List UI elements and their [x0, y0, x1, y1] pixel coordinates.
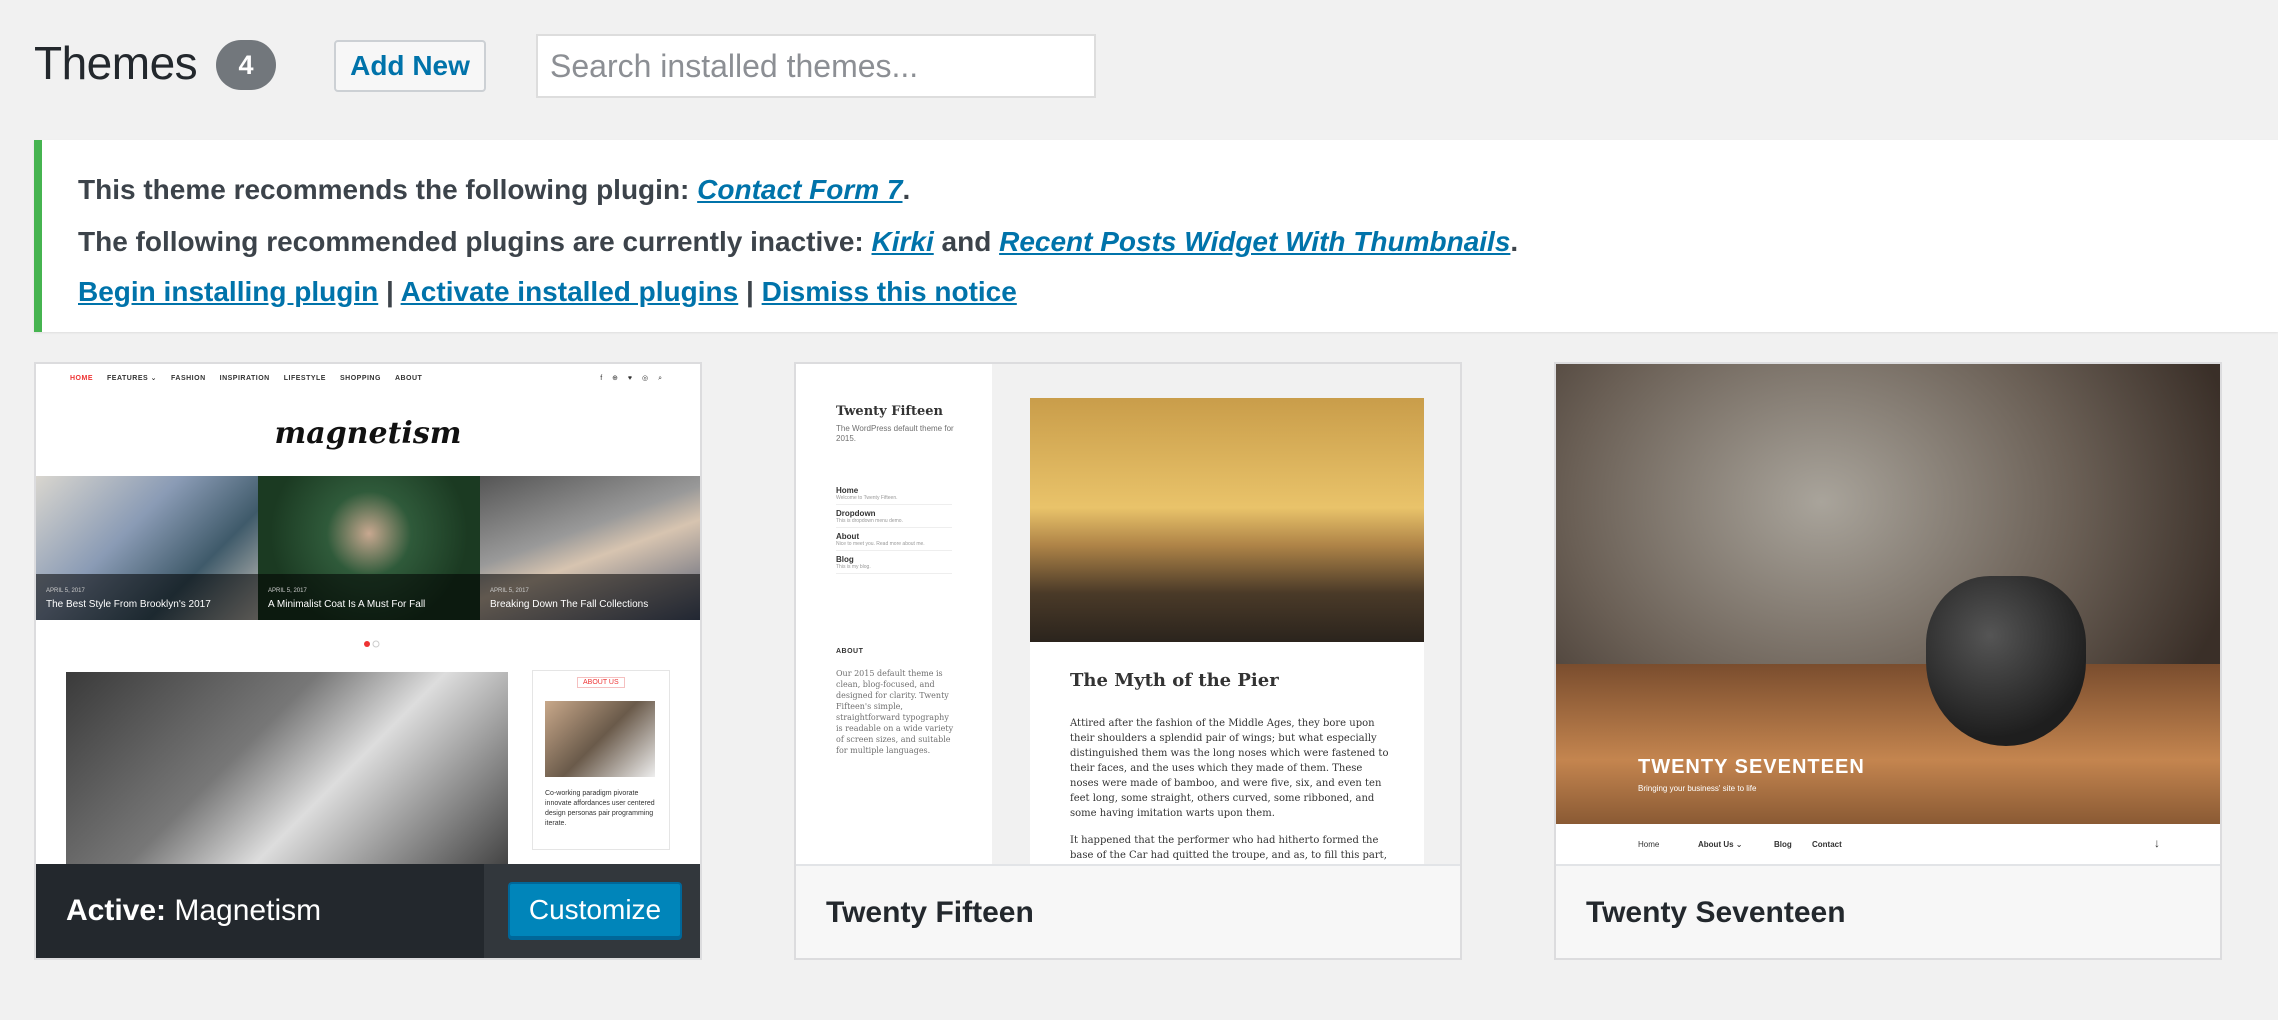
begin-installing-link[interactable]: Begin installing plugin [78, 276, 378, 307]
slider-dots [364, 640, 380, 648]
theme-name: Twenty Seventeen [1586, 896, 1846, 929]
preview-featured-image [66, 672, 508, 864]
theme-name-bar: Twenty Seventeen [1556, 864, 2220, 958]
preview-pier-image [1030, 398, 1424, 642]
preview-article: The Myth of the Pier Attired after the f… [1030, 398, 1424, 864]
preview-plant-pot [1926, 576, 2086, 746]
preview-slider: APRIL 5, 2017 The Best Style From Brookl… [36, 476, 700, 620]
theme-name-bar: Active: Magnetism Customize [36, 864, 700, 958]
customize-button[interactable]: Customize [508, 882, 682, 938]
preview-nav: Home About Us ⌄ Blog Contact ↓ [1556, 824, 2220, 864]
scroll-down-icon: ↓ [2154, 836, 2160, 850]
theme-card-twenty-seventeen[interactable]: TWENTY SEVENTEEN Bringing your business'… [1554, 362, 2222, 960]
contact-form-7-link[interactable]: Contact Form 7 [697, 174, 902, 205]
kirki-link[interactable]: Kirki [872, 226, 934, 257]
slide: APRIL 5, 2017 A Minimalist Coat Is A Mus… [258, 476, 480, 620]
theme-name: Active: Magnetism [66, 894, 322, 927]
dismiss-notice-link[interactable]: Dismiss this notice [762, 276, 1017, 307]
theme-screenshot-magnetism[interactable]: HOME FEATURES ⌄ FASHION INSPIRATION LIFESTYL… [36, 364, 700, 864]
notice-actions: Begin installing plugin | Activate insta… [78, 276, 1017, 307]
plugin-notice: This theme recommends the following plug… [34, 140, 2278, 332]
theme-card-magnetism[interactable]: HOME FEATURES ⌄ FASHION INSPIRATION LIFESTYL… [34, 362, 702, 960]
notice-line-inactive: The following recommended plugins are cu… [78, 226, 1519, 257]
add-new-button[interactable]: Add New [334, 40, 486, 92]
theme-card-twenty-fifteen[interactable]: Twenty Fifteen The WordPress default the… [794, 362, 1462, 960]
preview-nav: HOME FEATURES ⌄ FASHION INSPIRATION LIFESTYL… [70, 375, 666, 382]
preview-logo: magnetism [274, 416, 462, 451]
theme-count-badge: 4 [216, 40, 276, 90]
page-title: Themes [34, 37, 198, 89]
social-icons: f ⊕ ♥ ◎ ⌕ [600, 375, 666, 382]
theme-screenshot-twenty-fifteen[interactable]: Twenty Fifteen The WordPress default the… [796, 364, 1460, 864]
theme-name: Twenty Fifteen [826, 896, 1034, 929]
theme-name-bar: Twenty Fifteen [796, 864, 1460, 958]
slide: APRIL 5, 2017 The Best Style From Brookl… [36, 476, 258, 620]
activate-plugins-link[interactable]: Activate installed plugins [401, 276, 739, 307]
preview-menu: Home Welcome to Twenty Fifteen. Dropdown T… [836, 482, 952, 574]
notice-line-recommend: This theme recommends the following plug… [78, 174, 911, 205]
theme-screenshot-twenty-seventeen[interactable]: TWENTY SEVENTEEN Bringing your business'… [1556, 364, 2220, 864]
slide: APRIL 5, 2017 Breaking Down The Fall Col… [480, 476, 700, 620]
recent-posts-widget-link[interactable]: Recent Posts Widget With Thumbnails [999, 226, 1510, 257]
preview-about-widget: ABOUT US Co-working paradigm pivorate in… [532, 670, 670, 850]
search-themes-input[interactable] [536, 34, 1096, 98]
